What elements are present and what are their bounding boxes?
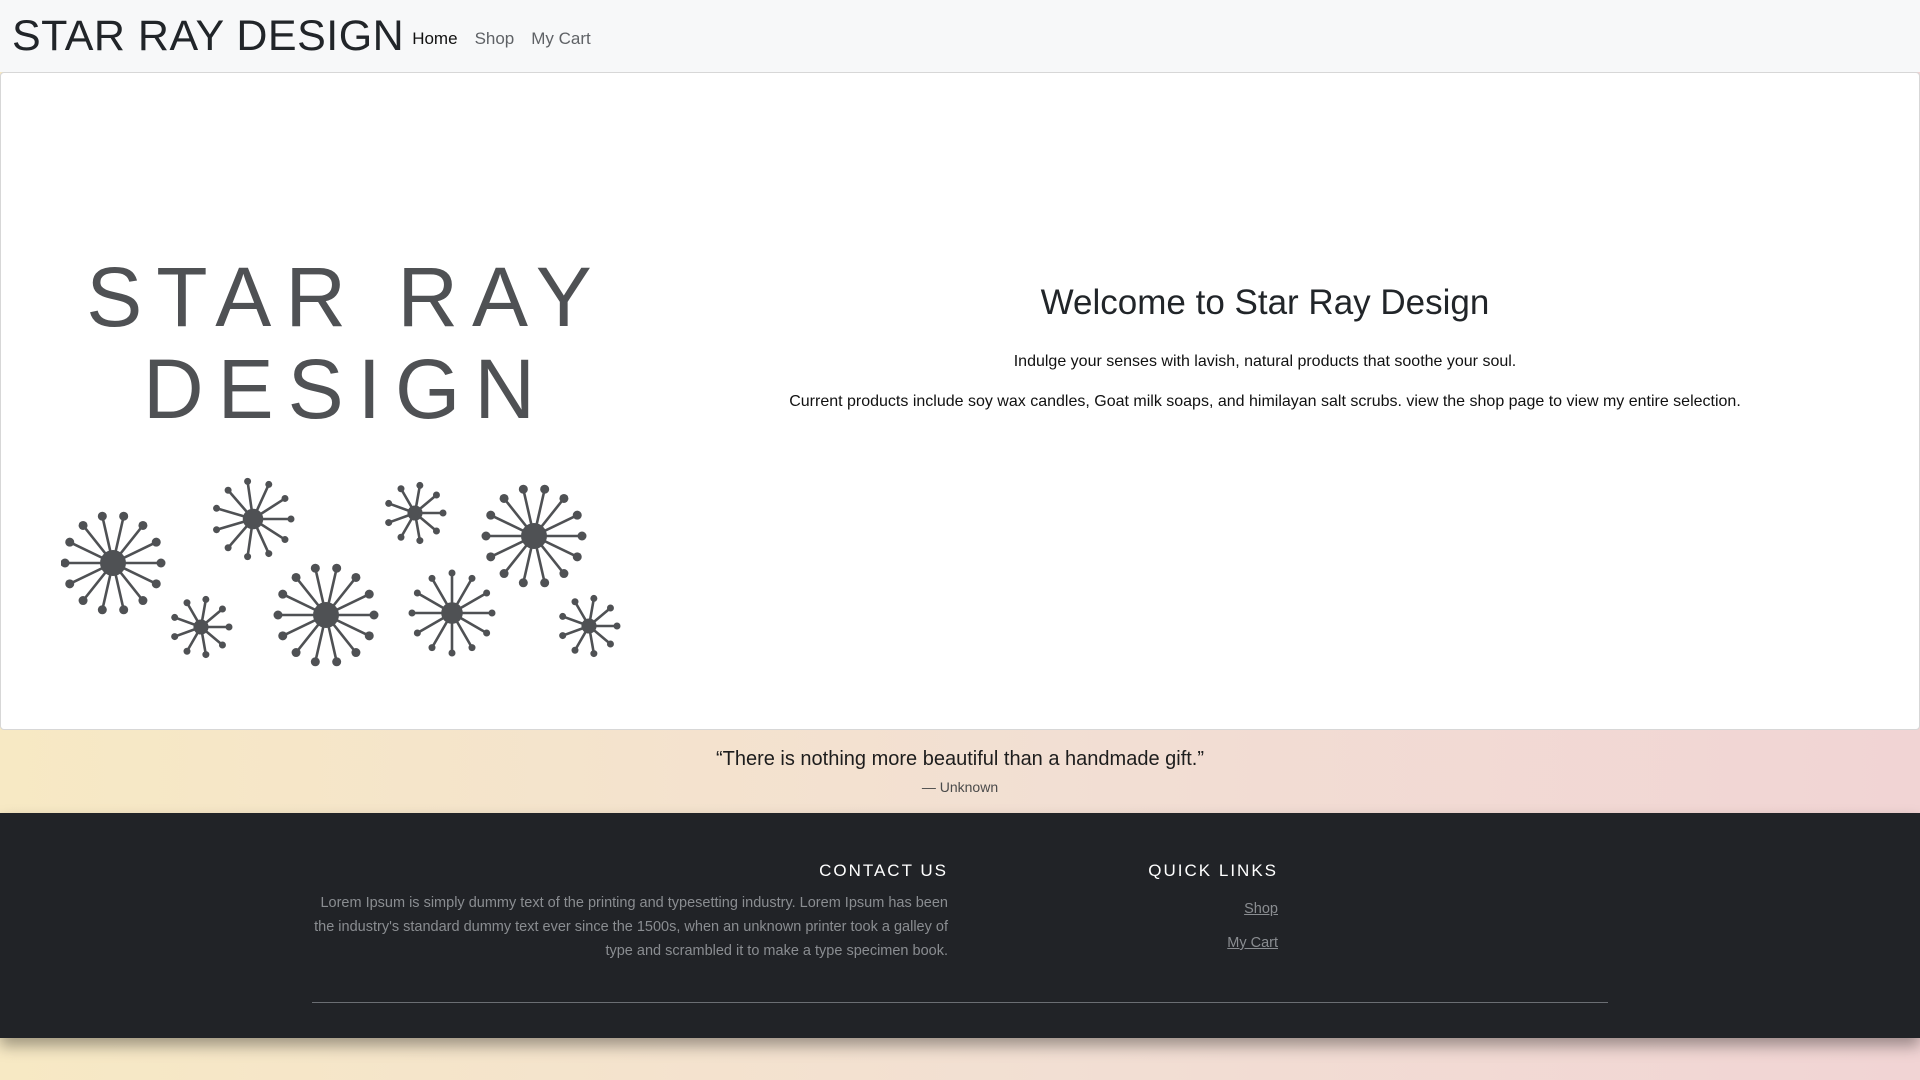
brand-logo-link[interactable]: STAR RAY DESIGN xyxy=(12,12,404,61)
quick-links-heading: QUICK LINKS xyxy=(1148,861,1278,880)
welcome-title: Welcome to Star Ray Design xyxy=(1040,283,1490,322)
starburst-icon xyxy=(408,569,496,657)
contact-heading: CONTACT US xyxy=(819,861,948,880)
star-ray-logo-image: STAR RAY DESIGN xyxy=(61,243,631,683)
starburst-icon xyxy=(559,594,621,658)
nav-link-my-cart[interactable]: My Cart xyxy=(531,29,591,49)
starburst-icon xyxy=(273,563,379,667)
welcome-paragraph-intro: Indulge your senses with lavish, natural… xyxy=(1013,353,1517,370)
contact-text: Lorem Ipsum is simply dummy text of the … xyxy=(314,895,948,959)
contact-section: CONTACT US Lorem Ipsum is simply dummy t… xyxy=(308,861,948,963)
quote-banner: “There is nothing more beautiful than a … xyxy=(0,728,1920,813)
quote-author: — Unknown xyxy=(921,779,999,795)
footer-link-my-cart[interactable]: My Cart xyxy=(1100,935,1278,951)
navbar: STAR RAY DESIGN Home Shop My Cart xyxy=(0,0,1920,72)
starburst-icon xyxy=(171,595,233,659)
welcome-section: Welcome to Star Ray Design Indulge your … xyxy=(741,283,1789,433)
footer-link-shop[interactable]: Shop xyxy=(1100,901,1278,917)
nav-links: Home Shop My Cart xyxy=(412,29,608,49)
starburst-icon xyxy=(213,477,295,561)
starburst-icon xyxy=(61,511,166,615)
welcome-paragraph-products: Current products include soy wax candles… xyxy=(789,393,1741,410)
footer-divider xyxy=(312,1002,1608,1003)
starburst-icons xyxy=(61,477,621,667)
nav-link-shop[interactable]: Shop xyxy=(475,29,515,49)
starburst-icon xyxy=(481,484,587,588)
footer: CONTACT US Lorem Ipsum is simply dummy t… xyxy=(0,813,1920,1038)
quote-text: “There is nothing more beautiful than a … xyxy=(715,748,1205,770)
hero-card: STAR RAY DESIGN Welcome to Star Ray Desi… xyxy=(0,72,1920,730)
quick-links-section: QUICK LINKS Shop My Cart xyxy=(1100,861,1278,951)
starburst-icon xyxy=(385,481,447,545)
nav-link-home[interactable]: Home xyxy=(412,29,457,49)
